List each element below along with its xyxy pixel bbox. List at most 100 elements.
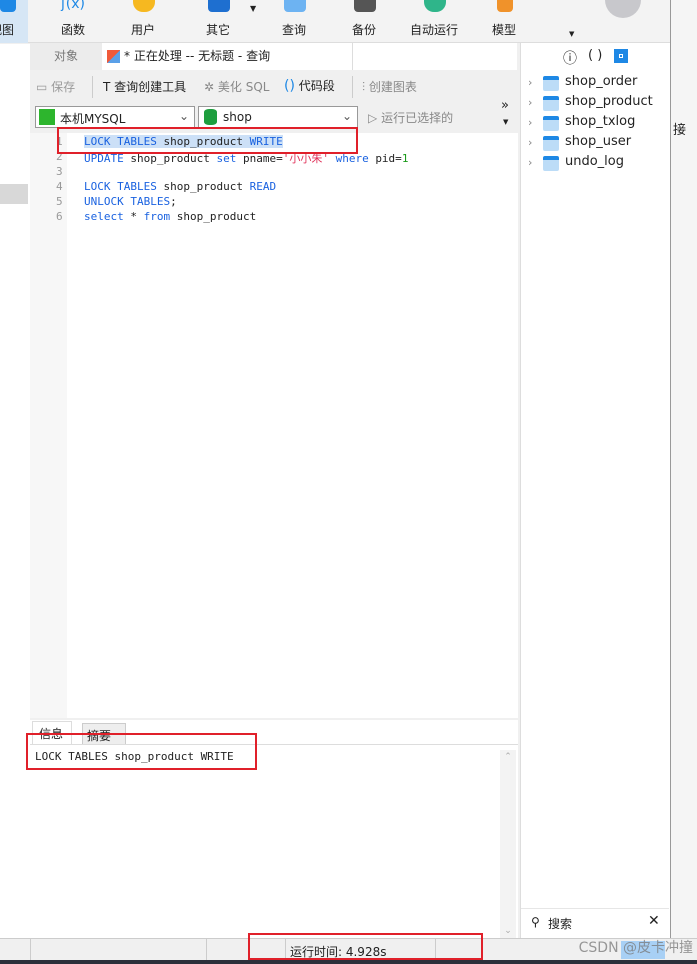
beautify-sql-button[interactable]: ✲ 美化 SQL: [204, 78, 269, 95]
edge-text: 接: [673, 123, 687, 138]
watermark: CSDN @皮卡冲撞: [578, 940, 693, 956]
ddl-icon[interactable]: ( ): [588, 48, 602, 63]
toolbar-other[interactable]: 其它: [186, 0, 250, 43]
mysql-icon: [39, 109, 55, 125]
line-number: 5: [56, 195, 63, 208]
line-number: 4: [56, 180, 63, 193]
chevron-right-icon[interactable]: ›: [528, 116, 532, 129]
line-number: 6: [56, 210, 63, 223]
chevron-right-icon[interactable]: ›: [528, 76, 532, 89]
schedule-icon: [424, 0, 446, 12]
view-icon: [0, 0, 16, 12]
code-line[interactable]: UNLOCK TABLES;: [84, 195, 177, 208]
result-scrollbar[interactable]: ⌃ ⌄: [500, 750, 516, 938]
toolbar-function[interactable]: ʃ(x) 函数: [41, 0, 105, 43]
connection-select[interactable]: 本机MYSQL ⌄: [35, 106, 195, 128]
run-selected-button[interactable]: ▷ 运行已选择的: [368, 109, 453, 126]
info-icon[interactable]: ⓘ: [563, 48, 577, 68]
model-icon: [497, 0, 513, 12]
table-name: undo_log: [565, 154, 625, 169]
snippet-button[interactable]: () 代码段: [284, 77, 335, 94]
toolbar-query[interactable]: 查询: [262, 0, 326, 43]
toolbar-more-icon[interactable]: ▼: [569, 30, 574, 38]
code-line[interactable]: select * from shop_product: [84, 210, 256, 223]
tab-title: * 正在处理 -- 无标题 - 查询: [124, 49, 271, 63]
search-input[interactable]: 搜索: [548, 915, 572, 932]
divider: [92, 76, 93, 98]
table-item[interactable]: › shop_order: [528, 74, 668, 94]
code-token: READ: [249, 180, 277, 193]
save-label: 保存: [51, 80, 76, 94]
code-token: select: [84, 210, 131, 223]
other-icon: [208, 0, 230, 12]
table-item[interactable]: › shop_user: [528, 134, 668, 154]
create-chart-button[interactable]: ⫶ 创建图表: [362, 78, 417, 95]
close-icon[interactable]: ✕: [648, 913, 660, 929]
search-bar[interactable]: ⚲ 搜索 ✕: [521, 908, 669, 936]
chart-icon: ⫶: [362, 80, 366, 94]
backup-icon: [354, 0, 376, 12]
status-divider: [206, 939, 207, 961]
table-icon: [543, 96, 559, 111]
grid-icon[interactable]: [614, 49, 628, 63]
table-name: shop_txlog: [565, 114, 636, 129]
taskbar: [0, 960, 697, 964]
other-dropdown-icon[interactable]: ▼: [250, 4, 256, 13]
more-button[interactable]: »: [501, 98, 509, 113]
database-select[interactable]: shop ⌄: [198, 106, 358, 128]
run-selected-label: 运行已选择的: [381, 111, 454, 125]
chevron-right-icon[interactable]: ›: [528, 96, 532, 109]
chevron-down-icon: ⌄: [341, 109, 352, 123]
table-item[interactable]: › shop_txlog: [528, 114, 668, 134]
query-icon: [284, 0, 306, 12]
code-token: LOCK TABLES: [84, 180, 164, 193]
code-token: 1: [401, 152, 409, 165]
code-line[interactable]: LOCK TABLES shop_product READ: [84, 180, 276, 193]
tab-query-active[interactable]: * 正在处理 -- 无标题 - 查询: [102, 43, 352, 70]
toolbar-backup[interactable]: 备份: [332, 0, 396, 43]
code-token: pid=: [375, 152, 402, 165]
table-name: shop_user: [565, 134, 632, 149]
highlight-box-status: [248, 933, 483, 960]
left-sidebar: [0, 44, 30, 938]
table-icon: [543, 76, 559, 91]
save-button[interactable]: ▭ 保存: [36, 78, 75, 95]
chevron-down-icon: ⌄: [178, 109, 189, 123]
table-item[interactable]: › undo_log: [528, 154, 668, 174]
tab-bar-empty: [352, 43, 517, 70]
table-item[interactable]: › shop_product: [528, 94, 668, 114]
tab-objects[interactable]: 对象: [30, 43, 102, 70]
toolbar-view[interactable]: 视图: [0, 0, 28, 43]
main-toolbar: 视图 ʃ(x)函数 用户 其它 ▼ 查询 备份 自动运行 模型 ▼: [0, 0, 670, 43]
table-name: shop_order: [565, 74, 638, 89]
user-icon: [133, 0, 155, 12]
database-icon: [204, 109, 217, 125]
chevron-right-icon[interactable]: ›: [528, 156, 532, 169]
query-tab-icon: [107, 50, 120, 63]
beautify-label: 美化 SQL: [217, 80, 270, 94]
query-builder-label: 查询创建工具: [114, 80, 187, 94]
more-dropdown-icon[interactable]: ▼: [503, 118, 508, 126]
snippet-label: 代码段: [298, 79, 335, 93]
query-builder-button[interactable]: T 查询创建工具: [103, 78, 186, 95]
table-icon: [543, 156, 559, 171]
table-name: shop_product: [565, 94, 653, 109]
divider: [352, 76, 353, 98]
code-token: ;: [170, 195, 177, 208]
toolbar-user[interactable]: 用户: [111, 0, 175, 43]
toolbar-autorun[interactable]: 自动运行: [402, 0, 466, 43]
toolbar-model[interactable]: 模型: [472, 0, 536, 43]
code-token: from: [143, 210, 177, 223]
chevron-right-icon[interactable]: ›: [528, 136, 532, 149]
avatar[interactable]: [605, 0, 641, 18]
highlight-box-editor: [57, 127, 358, 154]
selected-item[interactable]: [0, 184, 28, 204]
code-token: *: [130, 210, 144, 223]
code-token: shop_product: [176, 210, 257, 223]
search-icon: ⚲: [531, 915, 540, 929]
table-icon: [543, 136, 559, 151]
hammer-icon: T: [103, 80, 111, 94]
magic-wand-icon: ✲: [204, 80, 215, 94]
play-icon: ▷: [368, 111, 378, 125]
connection-value: 本机MYSQL: [60, 112, 126, 126]
